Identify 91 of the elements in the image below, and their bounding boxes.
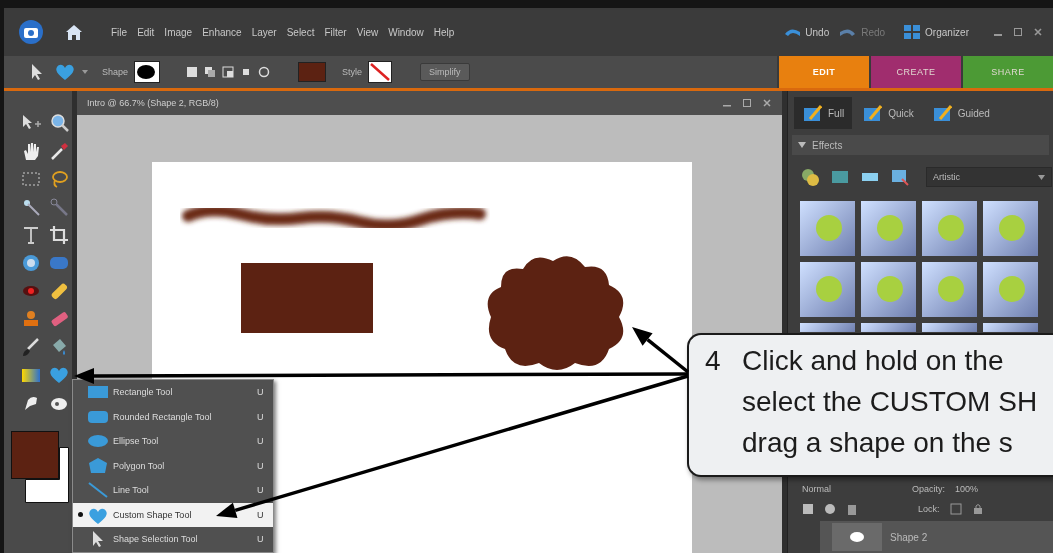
color-swatch[interactable] — [298, 62, 327, 82]
photo-thumbnail[interactable] — [800, 323, 855, 332]
menu-item[interactable]: Line Tool U — [73, 478, 273, 503]
panel-tab[interactable]: Quick — [854, 97, 922, 129]
flower-icon[interactable] — [20, 252, 42, 274]
filters-icon[interactable] — [800, 167, 820, 187]
menu-item[interactable]: Window — [383, 26, 429, 38]
menu-item[interactable]: Polygon Tool U — [73, 453, 273, 478]
foreground-color-swatch[interactable] — [11, 431, 59, 479]
menu-item[interactable]: Ellipse Tool U — [73, 429, 273, 454]
document-title: Intro @ 66.7% (Shape 2, RGB/8) — [87, 98, 219, 108]
add-mode-icon[interactable] — [204, 66, 217, 78]
ellipse-icon — [87, 433, 109, 450]
undo-icon — [783, 26, 802, 38]
lock-icon[interactable] — [949, 503, 962, 515]
blend-mode-dropdown[interactable]: Normal — [802, 484, 902, 494]
menu-item[interactable]: Rounded Rectangle Tool U — [73, 404, 273, 429]
menu-item[interactable]: View — [351, 26, 384, 38]
mode-tab[interactable]: CREATE — [869, 56, 961, 88]
photo-thumbnail[interactable] — [861, 323, 916, 332]
photo-thumbnail[interactable] — [983, 201, 1038, 256]
photo-thumbnail[interactable] — [983, 323, 1038, 332]
caret-icon[interactable] — [82, 69, 88, 75]
redo-icon — [839, 26, 858, 38]
paintbrush-icon[interactable] — [20, 336, 42, 358]
effects-title: Effects — [812, 139, 843, 151]
caret-icon — [1038, 174, 1045, 180]
lock-label: Lock: — [918, 504, 940, 514]
home-icon[interactable] — [64, 23, 84, 41]
line-icon — [87, 481, 109, 500]
step-number: 4 — [705, 344, 721, 378]
lock-icon[interactable] — [971, 503, 984, 515]
menu-item[interactable]: Help — [428, 26, 460, 38]
camera-icon[interactable] — [18, 19, 44, 45]
cloud-thumbnail-icon — [850, 532, 864, 542]
close-icon[interactable] — [762, 98, 772, 108]
photo-thumbnail[interactable] — [861, 262, 916, 317]
menu-item[interactable]: Enhance — [197, 26, 247, 38]
pencil-icon — [802, 103, 822, 123]
background-color-swatch[interactable] — [25, 447, 69, 503]
menu-item[interactable]: Edit — [132, 26, 160, 38]
close-icon[interactable] — [1033, 27, 1043, 37]
menu-item[interactable]: Filter — [319, 26, 352, 38]
exclude-mode-icon[interactable] — [258, 66, 271, 78]
crop-icon[interactable] — [48, 224, 70, 246]
adjustment-icon[interactable] — [824, 503, 836, 515]
style-picker[interactable] — [368, 61, 393, 83]
menu-item[interactable]: Rectangle Tool U — [73, 380, 273, 405]
brush-icon[interactable] — [48, 196, 70, 218]
simplify-button[interactable]: Simplify — [420, 63, 470, 81]
polygon-icon — [87, 456, 109, 475]
menu-item[interactable]: File — [106, 26, 133, 38]
trash-icon[interactable] — [846, 503, 858, 515]
callout-text: Click and hold on the select the CUSTOM SH drag a shape on the s — [742, 344, 1038, 460]
maximize-icon[interactable] — [1013, 27, 1023, 37]
photo-thumbnail[interactable] — [800, 201, 855, 256]
menu-item[interactable]: Custom Shape Tool U — [73, 502, 273, 527]
opacity-label: Opacity: — [912, 484, 945, 494]
undo-button[interactable]: Undo — [783, 26, 830, 38]
menu-item[interactable]: Layer — [246, 26, 282, 38]
opacity-value[interactable]: 100% — [955, 484, 979, 494]
category-dropdown[interactable]: Artistic — [926, 167, 1052, 187]
menu-item[interactable]: Image — [159, 26, 198, 38]
layer-row[interactable]: Shape 2 — [820, 521, 1053, 553]
new-layer-icon[interactable] — [802, 503, 814, 515]
photo-thumbnail[interactable] — [800, 262, 855, 317]
grid-icon — [903, 24, 922, 40]
shape-label: Shape — [102, 67, 129, 77]
panel-tab[interactable]: Guided — [923, 97, 998, 129]
photo-thumbnail[interactable] — [861, 201, 916, 256]
pencil-icon — [862, 103, 883, 123]
photo-thumbnail[interactable] — [922, 323, 977, 332]
rectangle-icon — [87, 384, 109, 401]
search-icon[interactable] — [48, 112, 70, 134]
menu-item[interactable]: Shape Selection Tool U — [73, 527, 273, 552]
organizer-button[interactable]: Organizer — [903, 24, 969, 40]
disclosure-triangle-icon[interactable] — [798, 141, 806, 149]
menu-item[interactable]: Select — [281, 26, 320, 38]
layer-name: Shape 2 — [890, 531, 928, 543]
rounded-rectangle-icon — [87, 408, 109, 425]
photo-thumbnail[interactable] — [983, 262, 1038, 317]
shape-picker[interactable] — [134, 61, 161, 83]
panel-tab[interactable]: Full — [794, 97, 853, 129]
square-mode-icon[interactable] — [186, 66, 199, 78]
maximize-icon[interactable] — [742, 98, 752, 108]
style-label: Style — [342, 67, 363, 77]
pencil-icon — [931, 103, 952, 123]
photo-thumbnail[interactable] — [922, 262, 977, 317]
photo-thumbnail[interactable] — [922, 201, 977, 256]
effects-stack-icon[interactable] — [890, 167, 910, 187]
subtract-mode-icon[interactable] — [222, 66, 235, 78]
